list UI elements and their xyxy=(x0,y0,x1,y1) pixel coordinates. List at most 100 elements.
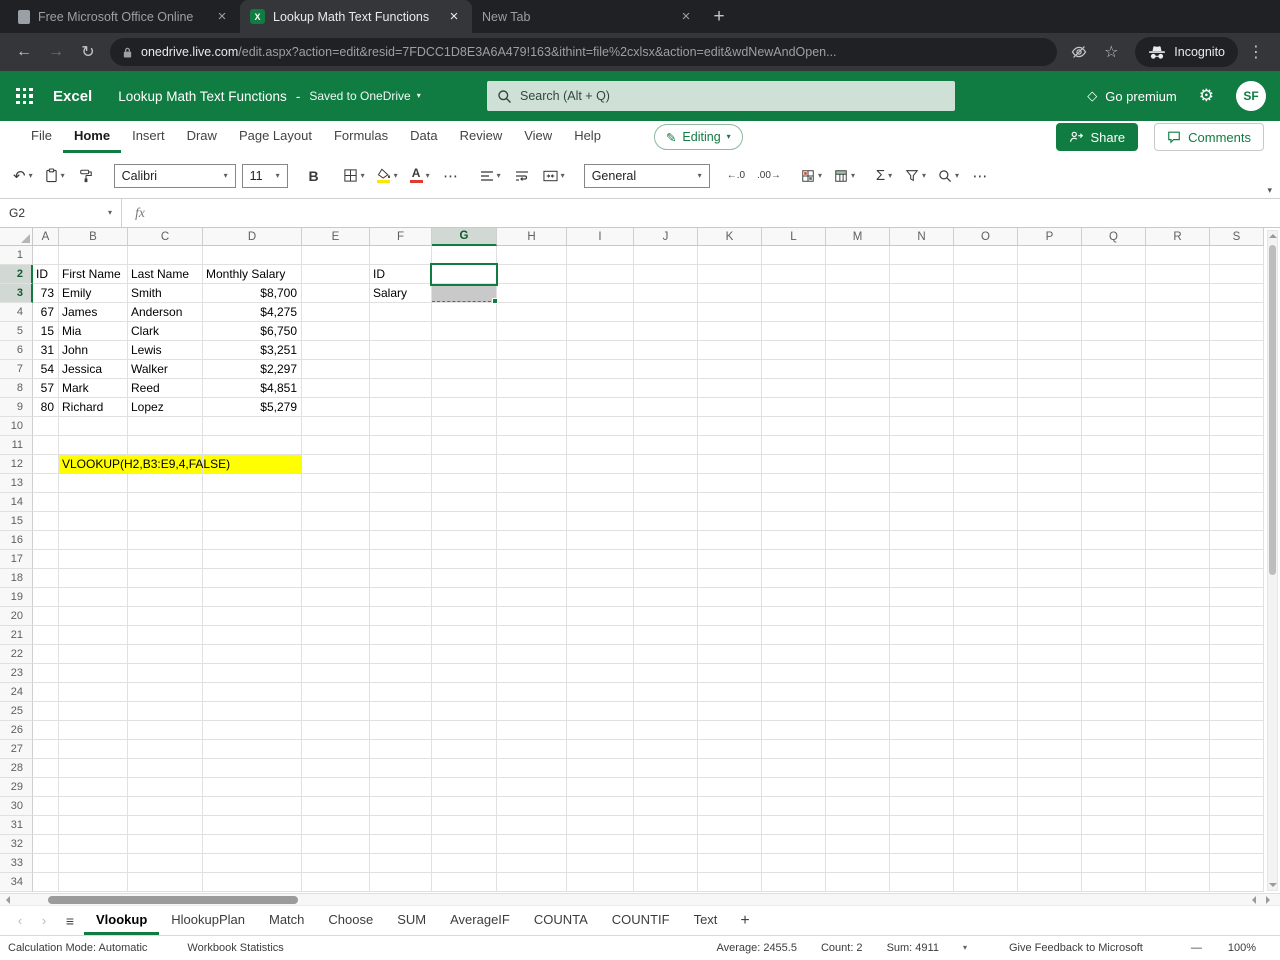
cell-A30[interactable] xyxy=(33,797,59,816)
cell-Q33[interactable] xyxy=(1082,854,1146,873)
cell-H26[interactable] xyxy=(497,721,567,740)
cell-L8[interactable] xyxy=(762,379,826,398)
cell-R23[interactable] xyxy=(1146,664,1210,683)
cell-B12[interactable]: VLOOKUP(H2,B3:E9,4,FALSE) xyxy=(59,455,230,474)
cell-L15[interactable] xyxy=(762,512,826,531)
cell-Q32[interactable] xyxy=(1082,835,1146,854)
cell-K27[interactable] xyxy=(698,740,762,759)
number-format-select[interactable]: General ▾ xyxy=(583,163,710,188)
cell-L21[interactable] xyxy=(762,626,826,645)
cell-P7[interactable] xyxy=(1018,360,1082,379)
cell-F4[interactable] xyxy=(370,303,432,322)
cell-G9[interactable] xyxy=(432,398,497,417)
cell-G33[interactable] xyxy=(432,854,497,873)
row-header-10[interactable]: 10 xyxy=(0,417,33,436)
cell-Q10[interactable] xyxy=(1082,417,1146,436)
cell-O1[interactable] xyxy=(954,246,1018,265)
go-premium-button[interactable]: ◇ Go premium xyxy=(1087,88,1177,104)
cell-I14[interactable] xyxy=(567,493,634,512)
cell-B13[interactable] xyxy=(59,474,128,493)
menu-page-layout[interactable]: Page Layout xyxy=(228,121,323,153)
cell-H24[interactable] xyxy=(497,683,567,702)
cell-C13[interactable] xyxy=(128,474,203,493)
editing-mode-button[interactable]: ✎ Editing ▾ xyxy=(653,124,743,150)
cell-J4[interactable] xyxy=(634,303,698,322)
cell-E23[interactable] xyxy=(302,664,370,683)
cell-P24[interactable] xyxy=(1018,683,1082,702)
cell-L1[interactable] xyxy=(762,246,826,265)
cell-C17[interactable] xyxy=(128,550,203,569)
menu-review[interactable]: Review xyxy=(449,121,514,153)
tab-close-icon[interactable]: × xyxy=(446,8,462,25)
cell-Q15[interactable] xyxy=(1082,512,1146,531)
cell-J33[interactable] xyxy=(634,854,698,873)
cell-C26[interactable] xyxy=(128,721,203,740)
cell-G34[interactable] xyxy=(432,873,497,892)
row-header-30[interactable]: 30 xyxy=(0,797,33,816)
cell-O2[interactable] xyxy=(954,265,1018,284)
cell-F2[interactable]: ID xyxy=(370,265,432,284)
cell-N2[interactable] xyxy=(890,265,954,284)
cell-S4[interactable] xyxy=(1210,303,1264,322)
find-button[interactable]: ▾ xyxy=(935,161,962,191)
sheet-tab-averageif[interactable]: AverageIF xyxy=(438,906,522,935)
cell-C11[interactable] xyxy=(128,436,203,455)
cell-D18[interactable] xyxy=(203,569,302,588)
cell-M2[interactable] xyxy=(826,265,890,284)
cell-S28[interactable] xyxy=(1210,759,1264,778)
cell-H34[interactable] xyxy=(497,873,567,892)
cell-I33[interactable] xyxy=(567,854,634,873)
cell-D3[interactable]: $8,700 xyxy=(203,284,302,303)
cell-A29[interactable] xyxy=(33,778,59,797)
cell-D30[interactable] xyxy=(203,797,302,816)
cell-P17[interactable] xyxy=(1018,550,1082,569)
cell-M32[interactable] xyxy=(826,835,890,854)
cell-A4[interactable]: 67 xyxy=(33,303,59,322)
cell-I16[interactable] xyxy=(567,531,634,550)
cell-B20[interactable] xyxy=(59,607,128,626)
cell-J32[interactable] xyxy=(634,835,698,854)
cell-B18[interactable] xyxy=(59,569,128,588)
cell-N27[interactable] xyxy=(890,740,954,759)
col-header-H[interactable]: H xyxy=(497,228,567,246)
font-name-select[interactable]: Calibri ▾ xyxy=(113,163,236,188)
cell-O23[interactable] xyxy=(954,664,1018,683)
cell-E16[interactable] xyxy=(302,531,370,550)
cell-S34[interactable] xyxy=(1210,873,1264,892)
scroll-up-arrow-icon[interactable] xyxy=(1268,234,1277,238)
cell-L7[interactable] xyxy=(762,360,826,379)
cell-F15[interactable] xyxy=(370,512,432,531)
cell-J18[interactable] xyxy=(634,569,698,588)
cell-I5[interactable] xyxy=(567,322,634,341)
cell-G16[interactable] xyxy=(432,531,497,550)
cell-J24[interactable] xyxy=(634,683,698,702)
bold-button[interactable]: B xyxy=(302,161,326,191)
cell-O6[interactable] xyxy=(954,341,1018,360)
cell-D15[interactable] xyxy=(203,512,302,531)
cell-L11[interactable] xyxy=(762,436,826,455)
cell-J16[interactable] xyxy=(634,531,698,550)
cell-A20[interactable] xyxy=(33,607,59,626)
cell-F24[interactable] xyxy=(370,683,432,702)
cell-N3[interactable] xyxy=(890,284,954,303)
cell-J5[interactable] xyxy=(634,322,698,341)
cell-L29[interactable] xyxy=(762,778,826,797)
browser-tab-free-microsoft-office-online[interactable]: Free Microsoft Office Online × xyxy=(8,0,240,33)
scroll-left-arrow-icon[interactable] xyxy=(1252,896,1256,904)
row-header-8[interactable]: 8 xyxy=(0,379,33,398)
cell-L12[interactable] xyxy=(762,455,826,474)
col-header-P[interactable]: P xyxy=(1018,228,1082,246)
cell-O3[interactable] xyxy=(954,284,1018,303)
row-header-16[interactable]: 16 xyxy=(0,531,33,550)
menu-draw[interactable]: Draw xyxy=(176,121,228,153)
cell-F34[interactable] xyxy=(370,873,432,892)
cell-K33[interactable] xyxy=(698,854,762,873)
cell-R6[interactable] xyxy=(1146,341,1210,360)
cell-O31[interactable] xyxy=(954,816,1018,835)
cell-D7[interactable]: $2,297 xyxy=(203,360,302,379)
cell-M1[interactable] xyxy=(826,246,890,265)
cell-P32[interactable] xyxy=(1018,835,1082,854)
cell-G23[interactable] xyxy=(432,664,497,683)
row-header-11[interactable]: 11 xyxy=(0,436,33,455)
cell-E12[interactable] xyxy=(302,455,370,474)
